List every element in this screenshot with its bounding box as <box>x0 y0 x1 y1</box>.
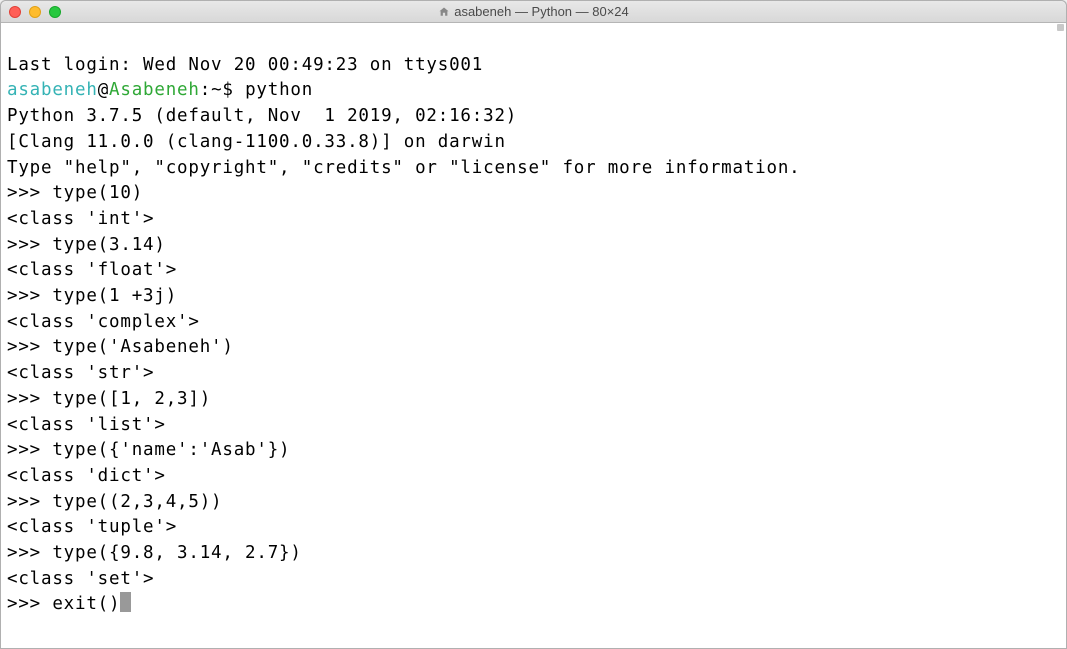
repl-input: >>> type([1, 2,3]) <box>7 387 1060 413</box>
shell-command: python <box>245 80 313 100</box>
repl-output: <class 'set'> <box>7 567 1060 593</box>
python-banner-line: [Clang 11.0.0 (clang-1100.0.33.8)] on da… <box>7 130 1060 156</box>
repl-output: <class 'str'> <box>7 361 1060 387</box>
close-button[interactable] <box>9 6 21 18</box>
last-login-line: Last login: Wed Nov 20 00:49:23 on ttys0… <box>7 53 1060 79</box>
prompt-at: @ <box>98 80 109 100</box>
prompt-sep: : <box>200 80 211 100</box>
scroll-indicator[interactable] <box>1057 24 1064 31</box>
repl-current-line: >>> exit() <box>7 592 1060 618</box>
repl-input: >>> type(3.14) <box>7 233 1060 259</box>
repl-input: >>> type({9.8, 3.14, 2.7}) <box>7 541 1060 567</box>
minimize-button[interactable] <box>29 6 41 18</box>
prompt-path: ~ <box>211 80 222 100</box>
shell-prompt-line: asabeneh@Asabeneh:~$ python <box>7 78 1060 104</box>
maximize-button[interactable] <box>49 6 61 18</box>
python-banner-line: Type "help", "copyright", "credits" or "… <box>7 156 1060 182</box>
traffic-lights <box>1 6 61 18</box>
terminal-body[interactable]: Last login: Wed Nov 20 00:49:23 on ttys0… <box>1 23 1066 648</box>
python-banner-line: Python 3.7.5 (default, Nov 1 2019, 02:16… <box>7 104 1060 130</box>
repl-input: >>> type((2,3,4,5)) <box>7 490 1060 516</box>
repl-output: <class 'tuple'> <box>7 515 1060 541</box>
home-icon <box>438 6 450 18</box>
repl-input: >>> type({'name':'Asab'}) <box>7 438 1060 464</box>
window-title-text: asabeneh — Python — 80×24 <box>454 4 629 19</box>
prompt-dollar: $ <box>222 80 233 100</box>
titlebar: asabeneh — Python — 80×24 <box>1 1 1066 23</box>
repl-output: <class 'list'> <box>7 413 1060 439</box>
window-title: asabeneh — Python — 80×24 <box>1 4 1066 19</box>
prompt-user: asabeneh <box>7 80 98 100</box>
repl-input: >>> type(10) <box>7 181 1060 207</box>
repl-output: <class 'dict'> <box>7 464 1060 490</box>
repl-input: >>> type('Asabeneh') <box>7 335 1060 361</box>
repl-output: <class 'complex'> <box>7 310 1060 336</box>
repl-output: <class 'int'> <box>7 207 1060 233</box>
terminal-window: asabeneh — Python — 80×24 Last login: We… <box>0 0 1067 649</box>
prompt-host: Asabeneh <box>109 80 200 100</box>
repl-output: <class 'float'> <box>7 258 1060 284</box>
repl-input: >>> type(1 +3j) <box>7 284 1060 310</box>
cursor <box>120 592 131 612</box>
repl-current-input: >>> exit() <box>7 594 120 614</box>
